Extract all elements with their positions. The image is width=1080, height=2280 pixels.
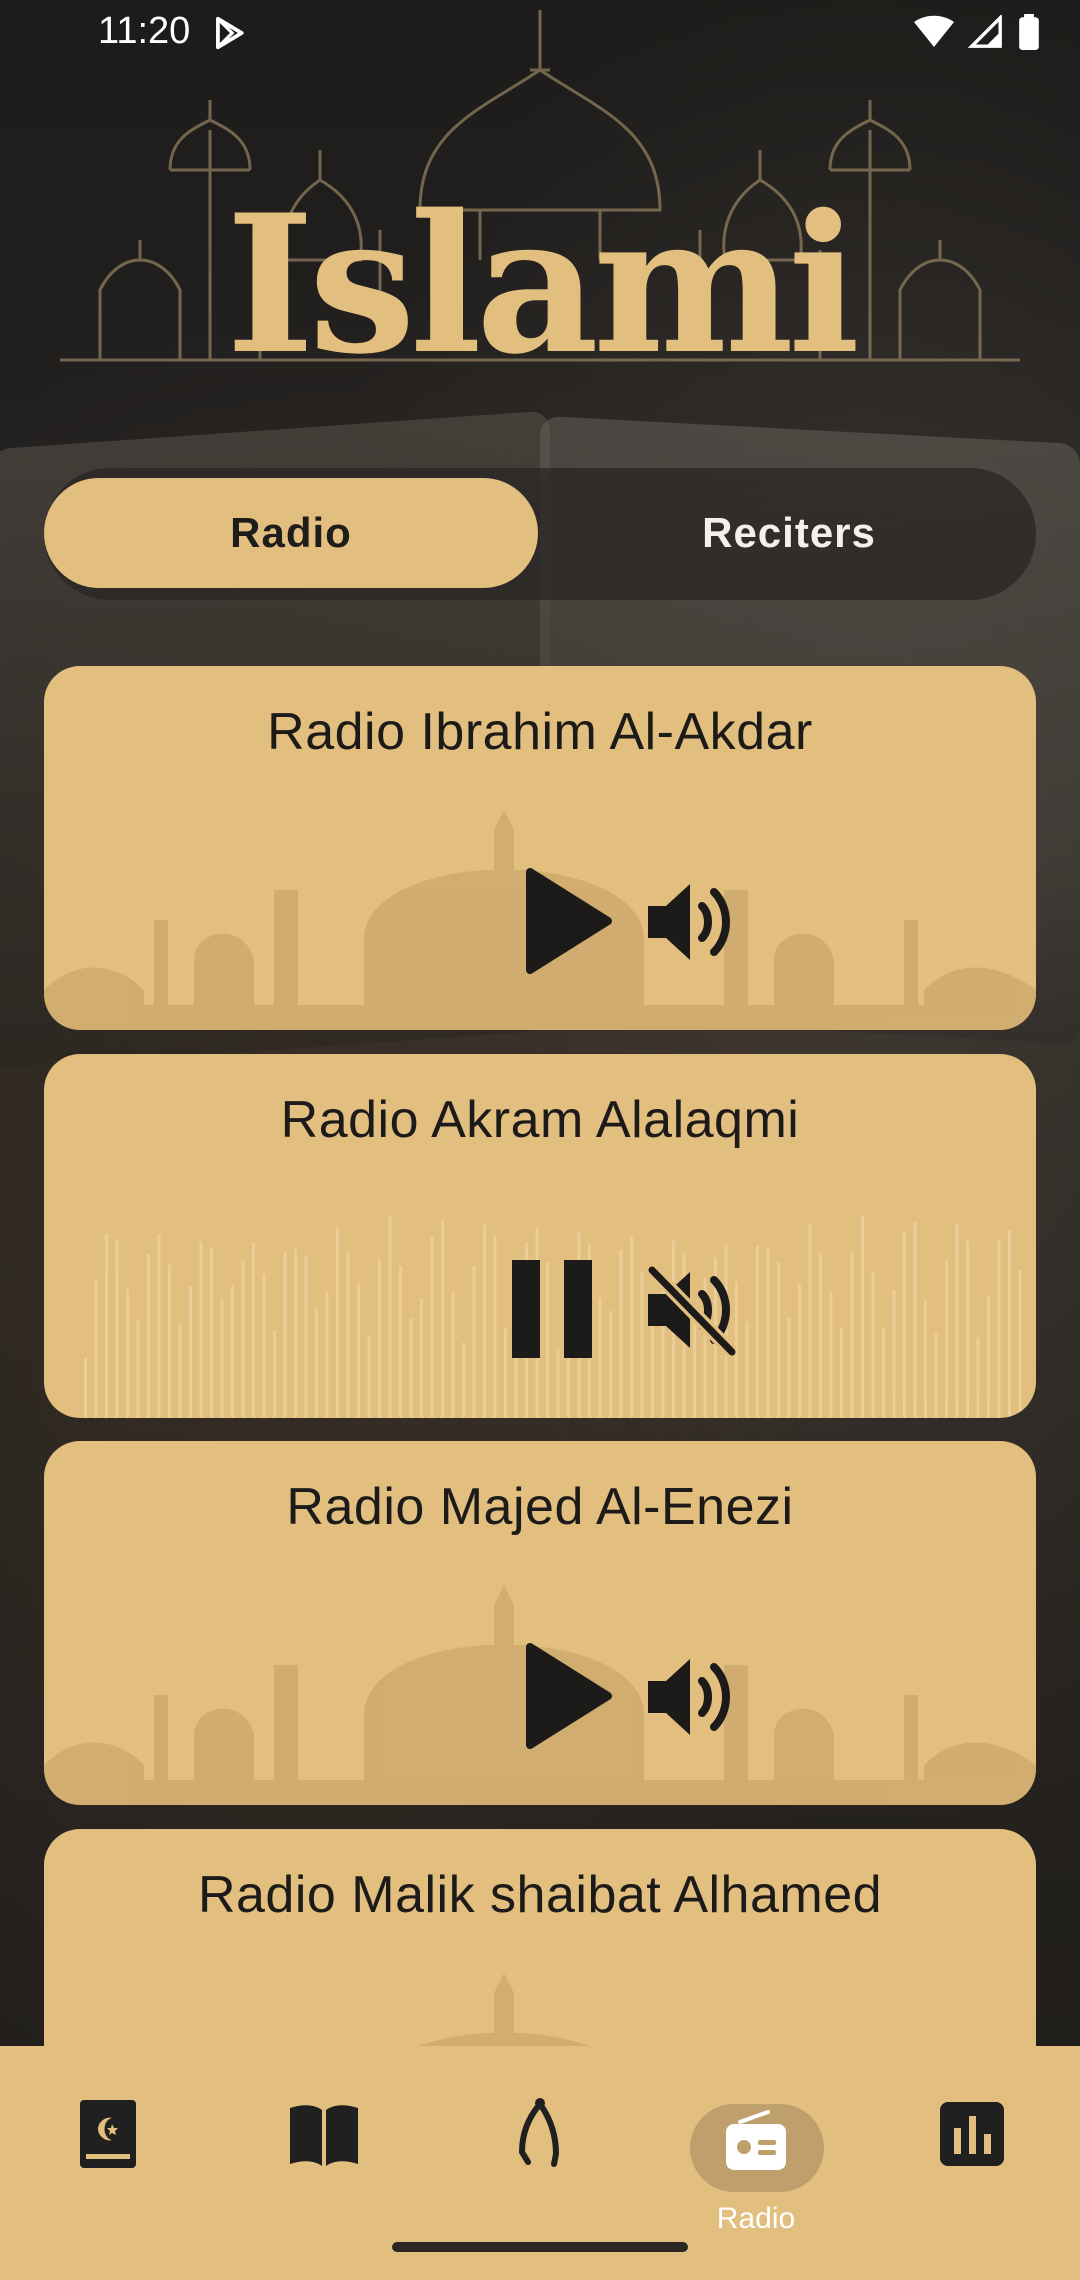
sebha-icon — [518, 2098, 560, 2167]
nav-item-radio[interactable]: Radio — [686, 2086, 826, 2236]
header-logo: Islami — [60, 0, 1020, 440]
mute-icon[interactable] — [644, 1260, 744, 1360]
hadith-book-icon — [290, 2105, 358, 2166]
battery-icon — [1018, 14, 1040, 55]
nav-item-time[interactable] — [902, 2086, 1042, 2236]
radio-title: Radio Akram Alalaqmi — [280, 1091, 800, 1149]
radio-card: Radio Majed Al-Enezi — [44, 1441, 1036, 1805]
tab-radio[interactable]: Radio — [44, 478, 538, 588]
volume-icon[interactable] — [644, 872, 744, 972]
nav-item-hadith[interactable] — [254, 2086, 394, 2236]
play-icon[interactable] — [522, 866, 614, 976]
app-logo-text: Islami — [225, 173, 860, 396]
radio-title: Radio Ibrahim Al-Akdar — [267, 703, 813, 761]
quran-icon — [80, 2100, 136, 2168]
radio-card: Radio Akram Alalaqmi — [44, 1054, 1036, 1418]
nav-item-quran[interactable] — [38, 2086, 178, 2236]
pause-icon[interactable] — [506, 1254, 598, 1364]
home-indicator — [392, 2242, 688, 2252]
tab-bar: Radio Reciters — [44, 468, 1036, 600]
nav-item-sebha[interactable] — [470, 2086, 610, 2236]
nav-label-radio: Radio — [716, 2202, 796, 2235]
radio-icon — [726, 2110, 786, 2170]
play-icon[interactable] — [522, 1641, 614, 1751]
tab-reciters[interactable]: Reciters — [542, 478, 1036, 588]
radio-title: Radio Majed Al-Enezi — [286, 1478, 794, 1536]
volume-icon[interactable] — [644, 1647, 744, 1747]
radio-card: Radio Ibrahim Al-Akdar — [44, 666, 1036, 1030]
time-icon — [940, 2102, 1004, 2166]
radio-title: Radio Malik shaibat Alhamed — [197, 1866, 883, 1924]
